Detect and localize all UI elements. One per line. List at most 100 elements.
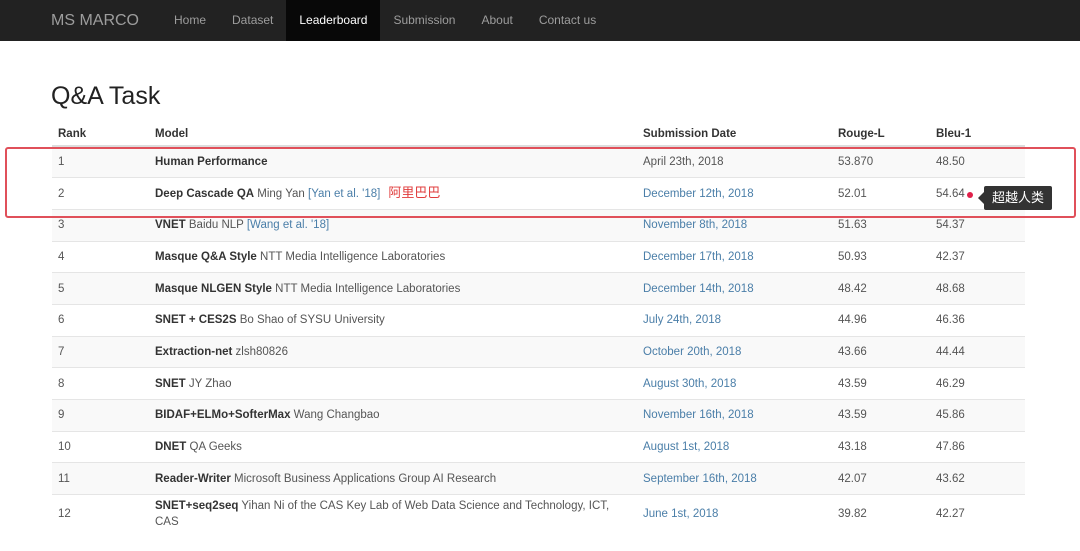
- paper-link[interactable]: [Yan et al. '18]: [308, 188, 380, 200]
- model-cell: Extraction-net zlsh80826: [149, 335, 637, 368]
- rank-cell: 2: [52, 177, 149, 210]
- model-name: Extraction-net: [155, 345, 233, 358]
- date-cell: June 1st, 2018: [637, 494, 832, 533]
- rank-cell: 1: [52, 145, 149, 178]
- rank-cell: 6: [52, 303, 149, 337]
- bleu-cell: 48.68: [930, 272, 1025, 305]
- bleu-cell: 42.37: [930, 240, 1025, 273]
- submission-date-link[interactable]: November 16th, 2018: [643, 409, 754, 421]
- column-header-rank: Rank: [52, 122, 149, 147]
- paper-link[interactable]: [Wang et al. '18]: [247, 219, 329, 231]
- nav-about[interactable]: About: [468, 0, 525, 41]
- date-cell: July 24th, 2018: [637, 303, 832, 337]
- model-org: Microsoft Business Applications Group AI…: [234, 472, 497, 485]
- marker-dot: [967, 192, 973, 198]
- rank-cell: 7: [52, 335, 149, 368]
- brand-logo[interactable]: MS MARCO: [51, 12, 151, 30]
- model-cell: DNET QA Geeks: [149, 430, 637, 463]
- model-org: Ming Yan: [257, 188, 305, 201]
- table-row: 1 Human Performance April 23th, 2018 53.870…: [52, 145, 1025, 178]
- rouge-cell: 52.01: [832, 177, 930, 210]
- company-annotation: 阿里巴巴: [388, 185, 441, 201]
- rouge-cell: 42.07: [832, 462, 930, 495]
- table-row: 7 Extraction-net zlsh80826 October 20th, 2…: [52, 335, 1025, 368]
- submission-date-link[interactable]: August 1st, 2018: [643, 441, 729, 453]
- date-cell: October 20th, 2018: [637, 335, 832, 368]
- bleu-cell: 46.29: [930, 367, 1025, 400]
- submission-date: April 23th, 2018: [643, 156, 724, 169]
- submission-date-link[interactable]: November 8th, 2018: [643, 219, 747, 231]
- model-name: SNET + CES2S: [155, 314, 237, 327]
- model-org: NTT Media Intelligence Laboratories: [275, 282, 461, 295]
- rank-cell: 11: [52, 462, 149, 495]
- date-cell: December 12th, 2018: [637, 177, 832, 210]
- date-cell: November 8th, 2018: [637, 208, 832, 242]
- rouge-cell: 39.82: [832, 494, 930, 533]
- rouge-cell: 43.59: [832, 399, 930, 432]
- model-name: VNET: [155, 219, 186, 232]
- bleu-cell: 54.37: [930, 208, 1025, 242]
- model-cell: SNET JY Zhao: [149, 367, 637, 400]
- model-name: Deep Cascade QA: [155, 188, 255, 201]
- model-cell: VNET Baidu NLP [Wang et al. '18]: [149, 208, 637, 242]
- rank-cell: 4: [52, 240, 149, 273]
- rouge-cell: 43.18: [832, 430, 930, 463]
- model-name: SNET+seq2seq: [155, 499, 239, 512]
- column-header-bleu-1: Bleu-1: [930, 122, 1025, 147]
- model-cell: SNET + CES2S Bo Shao of SYSU University: [149, 303, 637, 337]
- submission-date-link[interactable]: October 20th, 2018: [643, 346, 741, 358]
- model-cell: Deep Cascade QA Ming Yan [Yan et al. '18…: [149, 177, 637, 210]
- submission-date-link[interactable]: September 16th, 2018: [643, 473, 757, 485]
- date-cell: April 23th, 2018: [637, 145, 832, 178]
- nav-dataset[interactable]: Dataset: [219, 0, 286, 41]
- column-header-submission-date: Submission Date: [637, 122, 832, 147]
- submission-date-link[interactable]: December 17th, 2018: [643, 251, 754, 263]
- bleu-cell: 42.27: [930, 494, 1025, 533]
- rank-cell: 9: [52, 399, 149, 432]
- table-row: 2 Deep Cascade QA Ming Yan [Yan et al. '1…: [52, 177, 1025, 210]
- model-org: Wang Changbao: [293, 409, 380, 422]
- model-org: zlsh80826: [235, 345, 288, 358]
- model-name: Masque Q&A Style: [155, 250, 257, 263]
- submission-date-link[interactable]: August 30th, 2018: [643, 378, 736, 390]
- model-org: QA Geeks: [189, 441, 242, 454]
- bleu-cell: 44.44: [930, 335, 1025, 368]
- bleu-cell: 46.36: [930, 303, 1025, 337]
- model-name: SNET: [155, 377, 186, 390]
- model-cell: SNET+seq2seq Yihan Ni of the CAS Key Lab…: [149, 494, 637, 533]
- model-cell: Masque Q&A Style NTT Media Intelligence …: [149, 240, 637, 273]
- table-row: 3 VNET Baidu NLP [Wang et al. '18] Novembe…: [52, 208, 1025, 242]
- rank-cell: 8: [52, 367, 149, 400]
- table-row: 9 BIDAF+ELMo+SofterMax Wang Changbao Novem…: [52, 399, 1025, 432]
- submission-date-link[interactable]: July 24th, 2018: [643, 314, 721, 326]
- submission-date-link[interactable]: December 12th, 2018: [643, 188, 754, 200]
- top-navbar: MS MARCO Home Dataset Leaderboard Submissio…: [0, 0, 1080, 41]
- rank-cell: 3: [52, 208, 149, 242]
- model-name: BIDAF+ELMo+SofterMax: [155, 409, 291, 422]
- model-org: NTT Media Intelligence Laboratories: [260, 250, 446, 263]
- model-cell: Masque NLGEN Style NTT Media Intelligenc…: [149, 272, 637, 305]
- table-row: 8 SNET JY Zhao August 30th, 2018 43.59 46.29: [52, 367, 1025, 400]
- bleu-cell: 47.86: [930, 430, 1025, 463]
- annotation-tooltip: 超越人类: [977, 186, 1053, 210]
- nav-contact-us[interactable]: Contact us: [526, 0, 609, 41]
- table-row: 5 Masque NLGEN Style NTT Media Intelligen…: [52, 272, 1025, 305]
- submission-date-link[interactable]: June 1st, 2018: [643, 508, 718, 520]
- rouge-cell: 44.96: [832, 303, 930, 337]
- submission-date-link[interactable]: December 14th, 2018: [643, 283, 754, 295]
- table-row: 10 DNET QA Geeks August 1st, 2018 43.18 47.8…: [52, 430, 1025, 463]
- date-cell: September 16th, 2018: [637, 462, 832, 495]
- nav-leaderboard[interactable]: Leaderboard: [286, 0, 381, 41]
- table-row: 6 SNET + CES2S Bo Shao of SYSU University…: [52, 303, 1025, 337]
- nav-submission[interactable]: Submission: [380, 0, 468, 41]
- rouge-cell: 51.63: [832, 208, 930, 242]
- table-row: 11 Reader-Writer Microsoft Business Appli…: [52, 462, 1025, 495]
- model-org: Baidu NLP: [188, 219, 244, 232]
- rouge-cell: 53.870: [832, 145, 930, 178]
- date-cell: November 16th, 2018: [637, 399, 832, 432]
- nav-home[interactable]: Home: [161, 0, 219, 41]
- bleu-cell: 48.50: [930, 145, 1025, 178]
- date-cell: August 1st, 2018: [637, 430, 832, 463]
- date-cell: December 14th, 2018: [637, 272, 832, 305]
- model-name: Reader-Writer: [155, 472, 231, 485]
